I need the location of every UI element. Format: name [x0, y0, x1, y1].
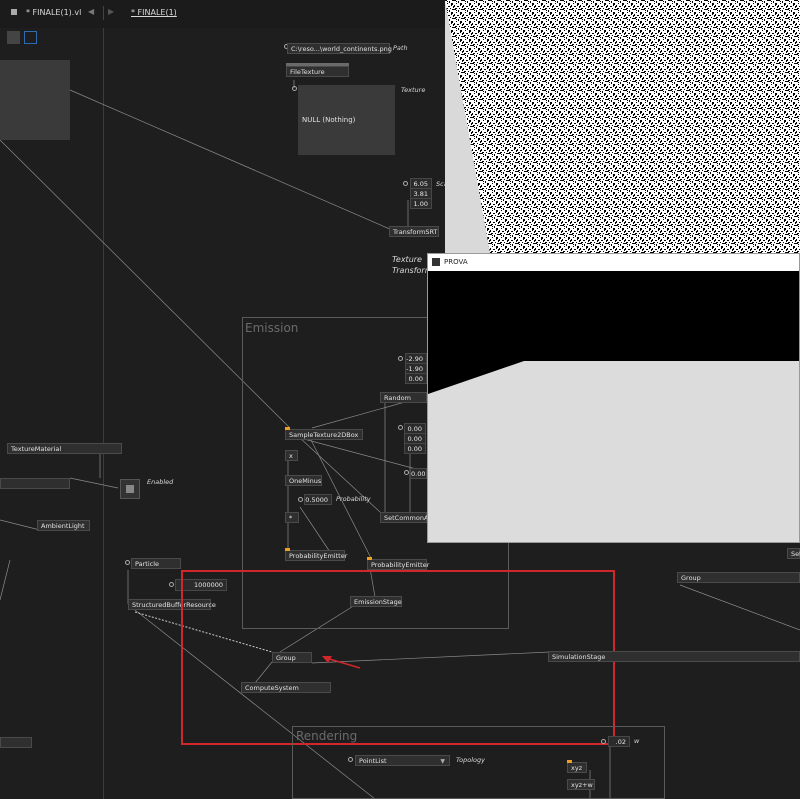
render-viewport [428, 271, 799, 542]
probability-label: Probability [336, 495, 371, 503]
texture-label-big: Texture [392, 255, 422, 264]
enabled-label: Enabled [147, 478, 174, 486]
zero-single-value[interactable]: 0.00 [410, 468, 427, 479]
w-value[interactable]: .02 [608, 736, 630, 747]
zero-z-value[interactable]: 0.00 [404, 443, 426, 454]
multiply-node[interactable]: * [285, 512, 299, 523]
chevron-down-icon: ▼ [440, 758, 445, 765]
vector-z-value[interactable]: 0.00 [405, 373, 427, 384]
enabled-toggle-fill [126, 485, 134, 493]
window-titlebar[interactable]: PROVA [428, 254, 799, 271]
xyzw-node[interactable]: xyz+w [567, 779, 595, 790]
particle-count-pin[interactable] [169, 582, 174, 587]
probability-value[interactable]: 0.5000 [304, 494, 332, 505]
particle-node[interactable]: Particle [131, 558, 181, 569]
point-list-pin[interactable] [348, 757, 353, 762]
zero-single-pin[interactable] [404, 470, 409, 475]
set-right-node[interactable]: Set [787, 548, 800, 559]
noise-preview-graphic [445, 0, 800, 253]
zero-vector-pin[interactable] [398, 425, 403, 430]
probability-emitter-node-2[interactable]: ProbabilityEmitter [367, 557, 429, 570]
topology-label: Topology [456, 756, 486, 764]
sample-texture-node[interactable]: SampleTexture2DBox [285, 427, 363, 440]
vector-pin[interactable] [398, 356, 403, 361]
path-input[interactable]: C:\reso...\world_continents.png [287, 43, 392, 54]
ambient-light-node[interactable]: AmbientLight [37, 520, 90, 531]
window-title: PROVA [444, 258, 468, 266]
group-node-right[interactable]: Group [677, 572, 800, 583]
xyz-node[interactable]: xyz [567, 760, 587, 773]
scale-pin[interactable] [403, 181, 408, 186]
point-list-dropdown[interactable]: PointList ▼ [355, 755, 450, 766]
texture-preview: NULL (Nothing) [298, 85, 395, 155]
prova-window[interactable]: PROVA [427, 253, 800, 543]
w-pin[interactable] [601, 739, 606, 744]
simulation-stage-node[interactable]: SimulationStage [548, 651, 800, 662]
texture-material-node[interactable]: TextureMaterial [7, 443, 122, 454]
file-texture-node[interactable]: FileTexture [286, 66, 349, 77]
path-label: Path [393, 44, 408, 52]
texture-label: Texture [401, 86, 426, 94]
window-icon [432, 258, 440, 266]
transform-srt-node[interactable]: TransformSRT [389, 226, 439, 237]
probability-pin[interactable] [298, 497, 303, 502]
x-node[interactable]: x [285, 450, 298, 461]
probability-emitter-node-1[interactable]: ProbabilityEmitter [285, 548, 347, 561]
particle-pin[interactable] [125, 560, 130, 565]
texture-preview-text: NULL (Nothing) [302, 116, 356, 124]
enabled-toggle[interactable] [120, 479, 140, 499]
set-common-node[interactable]: SetCommonAt [380, 512, 431, 523]
unnamed-bottom-left-node[interactable] [0, 737, 32, 748]
emission-region-label: Emission [245, 321, 299, 335]
scale-z-value[interactable]: 1.00 [410, 198, 432, 209]
random-node[interactable]: Random [380, 392, 427, 403]
noise-preview [445, 0, 800, 253]
texture-pin[interactable] [292, 86, 297, 91]
w-label: w [634, 737, 640, 745]
unnamed-left-node[interactable] [0, 478, 70, 489]
left-preview [0, 60, 70, 140]
point-list-value: PointList [359, 757, 387, 765]
one-minus-node[interactable]: OneMinus [285, 475, 322, 486]
rendering-region-label: Rendering [296, 729, 358, 743]
